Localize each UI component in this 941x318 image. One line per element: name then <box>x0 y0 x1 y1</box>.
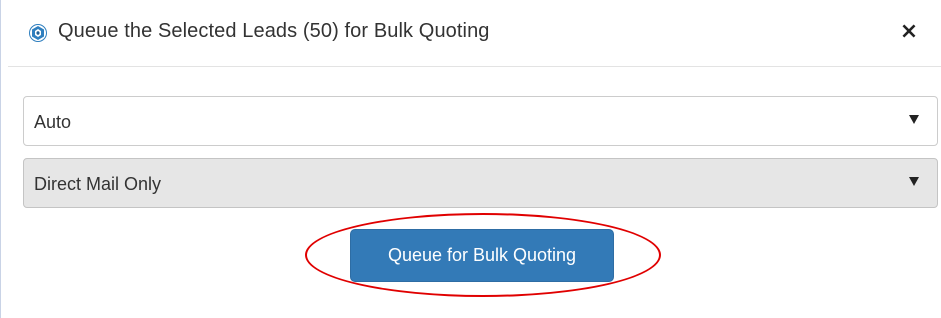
mail-type-select[interactable]: Direct Mail Only <box>23 158 938 208</box>
close-icon[interactable]: × <box>897 20 921 44</box>
dialog-title: Queue the Selected Leads (50) for Bulk Q… <box>58 20 490 42</box>
chevron-down-icon <box>909 177 919 186</box>
chevron-down-icon <box>909 115 919 124</box>
line-of-business-value: Auto <box>34 112 72 132</box>
line-of-business-select[interactable]: Auto <box>23 96 938 146</box>
mail-type-value: Direct Mail Only <box>34 174 162 194</box>
bulk-quote-dialog: Queue the Selected Leads (50) for Bulk Q… <box>8 0 941 318</box>
red-ellipse-highlight <box>305 213 661 297</box>
dialog-header: Queue the Selected Leads (50) for Bulk Q… <box>8 0 941 67</box>
app-logo-icon <box>29 24 47 42</box>
left-edge-border <box>0 0 1 318</box>
